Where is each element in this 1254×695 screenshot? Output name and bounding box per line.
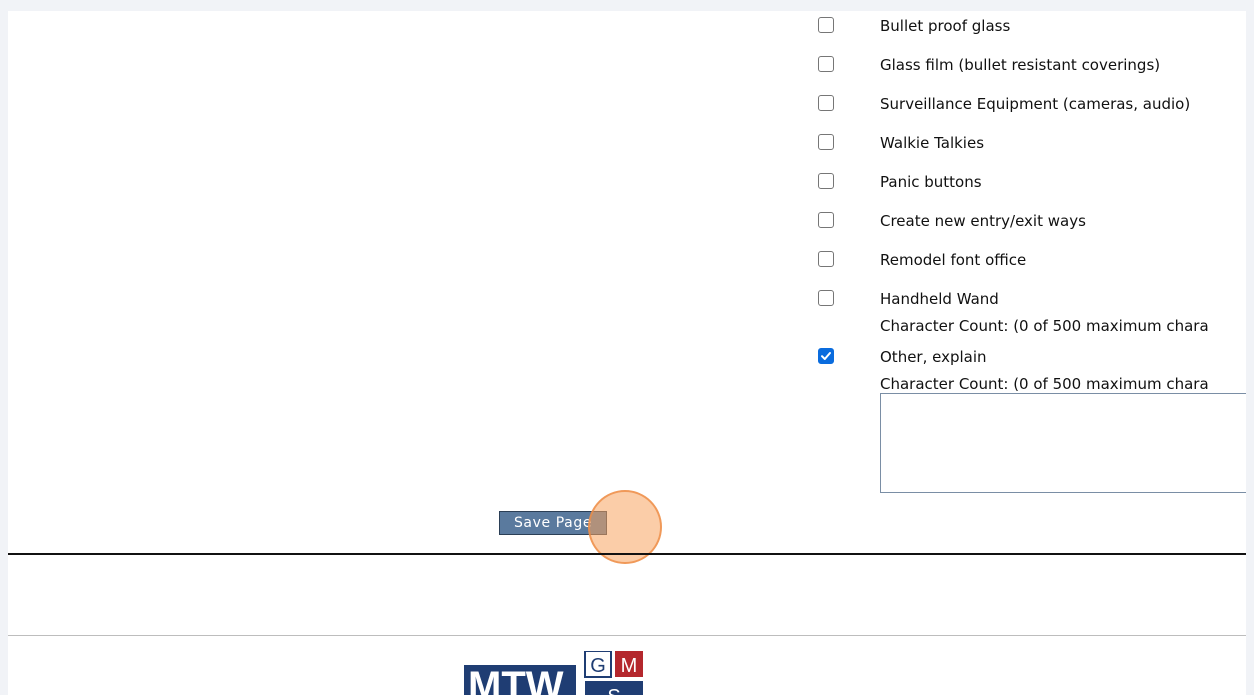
svg-text:M: M [621, 655, 638, 677]
save-page-button[interactable]: Save Page [499, 511, 607, 535]
svg-text:MTW: MTW [468, 664, 564, 695]
option-label: Remodel font office [880, 251, 1027, 269]
option-panic-buttons[interactable]: Panic buttons [816, 170, 1246, 192]
option-surveillance-equipment[interactable]: Surveillance Equipment (cameras, audio) [816, 92, 1246, 114]
checkbox[interactable] [818, 17, 834, 33]
checkbox[interactable] [818, 251, 834, 267]
divider [8, 553, 1246, 555]
option-remodel-front-office[interactable]: Remodel font office [816, 248, 1246, 270]
svg-text:G: G [590, 655, 606, 677]
option-walkie-talkies[interactable]: Walkie Talkies [816, 131, 1246, 153]
svg-text:S: S [607, 686, 620, 695]
option-other-explain[interactable]: Other, explain [816, 345, 1246, 367]
footer-divider [8, 635, 1246, 636]
form-page: Bullet proof glass Glass film (bullet re… [8, 11, 1246, 695]
option-handheld-wand[interactable]: Handheld Wand [816, 287, 1246, 309]
option-bullet-proof-glass[interactable]: Bullet proof glass [816, 14, 1246, 36]
checkbox[interactable] [818, 290, 834, 306]
checkbox[interactable] [818, 95, 834, 111]
option-label: Surveillance Equipment (cameras, audio) [880, 95, 1191, 113]
option-label: Handheld Wand [880, 290, 999, 308]
option-label: Glass film (bullet resistant coverings) [880, 56, 1161, 74]
other-explain-textarea[interactable] [880, 393, 1246, 493]
option-create-entry-exit-ways[interactable]: Create new entry/exit ways [816, 209, 1246, 231]
option-label: Other, explain [880, 348, 987, 366]
checkbox-checked[interactable] [818, 348, 834, 364]
character-count-other: Character Count: (0 of 500 maximum chara [880, 375, 1209, 393]
checkbox[interactable] [818, 134, 834, 150]
mtw-gms-logo: MTW G M S [464, 651, 643, 695]
option-label: Create new entry/exit ways [880, 212, 1086, 230]
option-label: Bullet proof glass [880, 17, 1011, 35]
checkbox[interactable] [818, 212, 834, 228]
checkbox[interactable] [818, 56, 834, 72]
checkmark-icon [821, 352, 831, 360]
option-label: Walkie Talkies [880, 134, 985, 152]
option-label: Panic buttons [880, 173, 982, 191]
option-glass-film[interactable]: Glass film (bullet resistant coverings) [816, 53, 1246, 75]
character-count-handheld-wand: Character Count: (0 of 500 maximum chara [880, 317, 1209, 335]
checkbox[interactable] [818, 173, 834, 189]
